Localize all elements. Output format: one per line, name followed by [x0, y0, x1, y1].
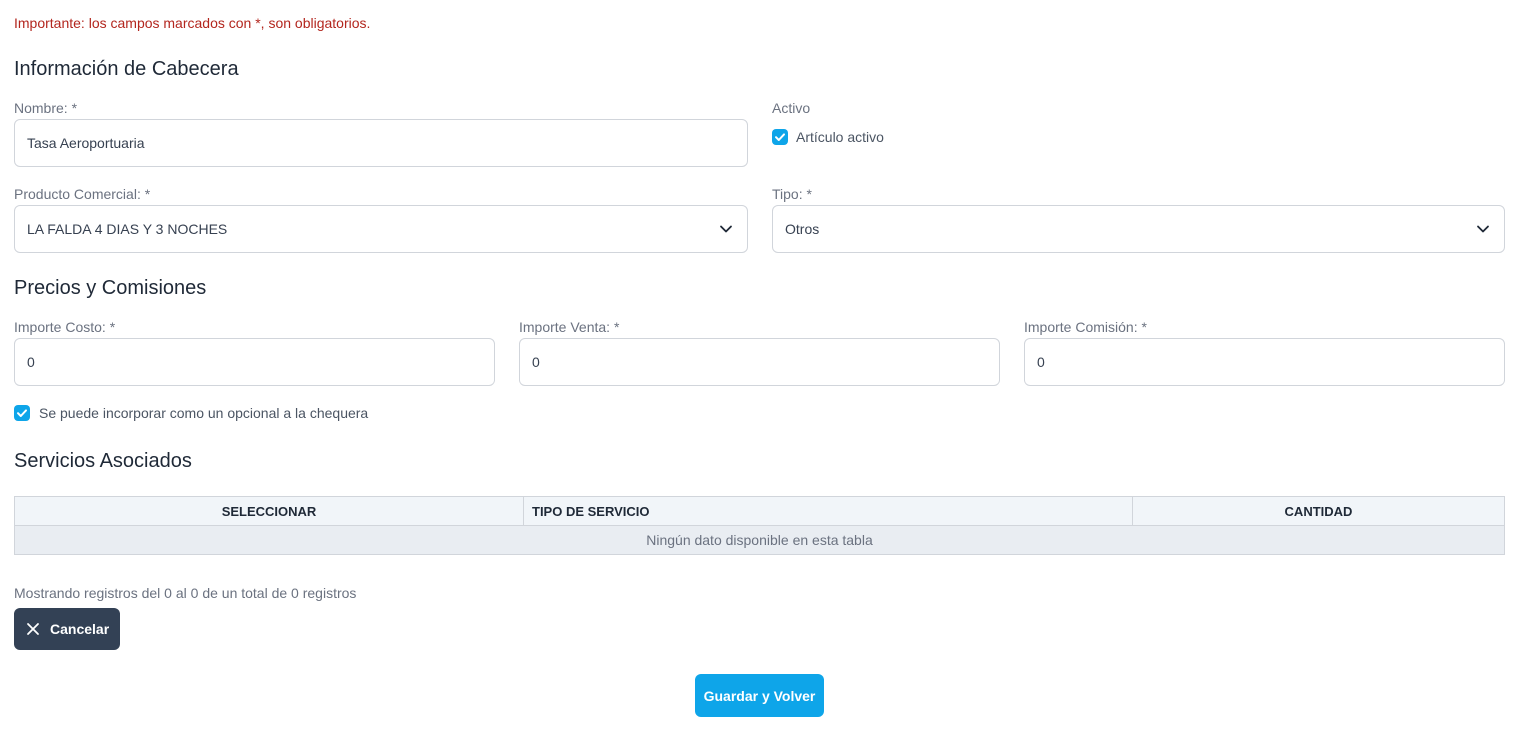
importe-comision-input[interactable] — [1024, 338, 1505, 386]
section-title-prices: Precios y Comisiones — [14, 277, 207, 299]
importe-costo-label: Importe Costo: * — [14, 319, 116, 335]
cancel-button-label: Cancelar — [50, 621, 110, 637]
tipo-label: Tipo: * — [772, 186, 812, 202]
close-icon — [27, 623, 39, 635]
chevron-down-icon — [1477, 225, 1489, 233]
section-title-services: Servicios Asociados — [14, 450, 192, 472]
services-table: SELECCIONAR TIPO DE SERVICIO CANTIDAD Ni… — [14, 496, 1505, 555]
nombre-input[interactable] — [14, 119, 748, 167]
save-and-return-button[interactable]: Guardar y Volver — [695, 674, 824, 717]
cancel-button[interactable]: Cancelar — [14, 608, 120, 650]
tipo-value: Otros — [785, 221, 820, 237]
required-fields-notice: Importante: los campos marcados con *, s… — [14, 15, 371, 31]
articulo-activo-label: Artículo activo — [796, 129, 884, 145]
table-header-row: SELECCIONAR TIPO DE SERVICIO CANTIDAD — [14, 496, 1505, 526]
importe-venta-input[interactable] — [519, 338, 1000, 386]
importe-venta-label: Importe Venta: * — [519, 319, 620, 335]
importe-comision-label: Importe Comisión: * — [1024, 319, 1147, 335]
producto-comercial-label: Producto Comercial: * — [14, 186, 151, 202]
activo-label: Activo — [772, 100, 811, 116]
column-header-tipo-servicio[interactable]: TIPO DE SERVICIO — [523, 496, 1133, 526]
importe-costo-input[interactable] — [14, 338, 495, 386]
check-icon — [772, 129, 788, 145]
producto-comercial-value: LA FALDA 4 DIAS Y 3 NOCHES — [27, 221, 228, 237]
producto-comercial-select[interactable]: LA FALDA 4 DIAS Y 3 NOCHES — [14, 205, 748, 253]
nombre-label: Nombre: * — [14, 100, 78, 116]
empty-table-message: Ningún dato disponible en esta tabla — [14, 525, 1505, 555]
opcional-chequera-label: Se puede incorporar como un opcional a l… — [39, 405, 369, 421]
tipo-select[interactable]: Otros — [772, 205, 1505, 253]
column-header-seleccionar[interactable]: SELECCIONAR — [14, 496, 524, 526]
section-title-header-info: Información de Cabecera — [14, 58, 239, 80]
chevron-down-icon — [720, 225, 732, 233]
articulo-activo-checkbox[interactable]: Artículo activo — [772, 128, 912, 148]
column-header-cantidad[interactable]: CANTIDAD — [1132, 496, 1505, 526]
table-row: Ningún dato disponible en esta tabla — [14, 525, 1505, 555]
table-info: Mostrando registros del 0 al 0 de un tot… — [14, 585, 357, 601]
opcional-chequera-checkbox[interactable]: Se puede incorporar como un opcional a l… — [14, 404, 394, 424]
check-icon — [14, 405, 30, 421]
